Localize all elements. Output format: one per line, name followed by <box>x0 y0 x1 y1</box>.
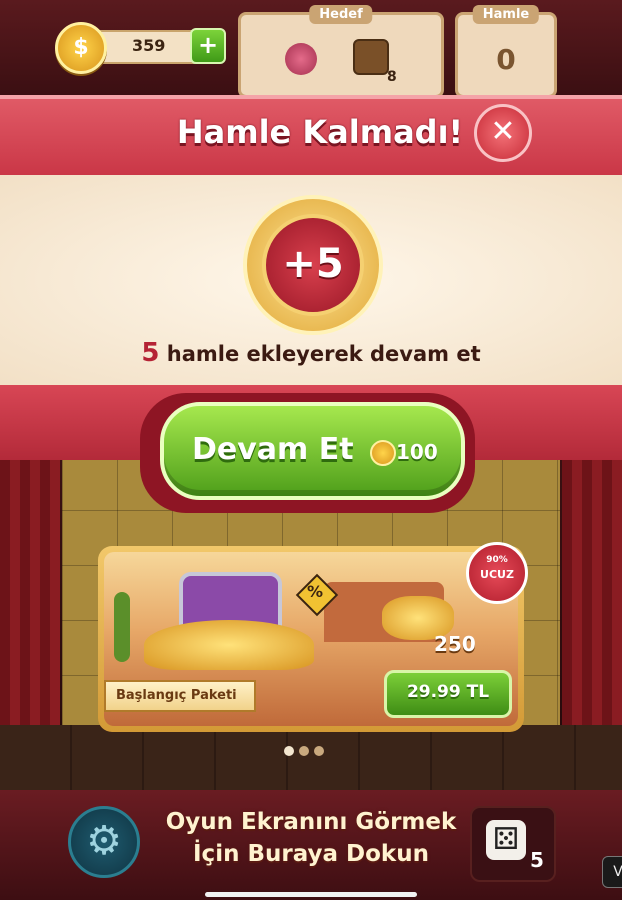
goal-panel: Hedef 8 <box>238 5 444 98</box>
curtain-left <box>0 455 60 725</box>
message-number: 5 <box>141 338 160 368</box>
goal-remaining: 8 <box>387 69 397 85</box>
coin-icon <box>370 440 396 466</box>
continue-label: Devam Et <box>192 432 354 467</box>
hint-line-2: İçin Buraya Dokun <box>193 841 429 867</box>
discount-badge: 90% UCUZ <box>466 542 528 604</box>
continue-price: 100 <box>396 440 438 464</box>
offer-illustration: % 250 Başlangıç Paketi 29.99 TL <box>104 552 518 726</box>
discount-word: UCUZ <box>480 568 514 581</box>
side-tab[interactable]: V <box>602 856 622 888</box>
offer-coin-amount: 250 <box>434 632 476 656</box>
price-label: 29.99 TL <box>406 682 490 702</box>
package-name: Başlangıç Paketi <box>116 688 237 703</box>
message-text: hamle ekleyerek devam et <box>166 342 481 366</box>
sign-symbol: % <box>307 582 324 601</box>
moves-panel: Hamle 0 <box>455 5 557 98</box>
package-name-ribbon: Başlangıç Paketi <box>104 680 256 712</box>
curtain-right <box>562 455 622 725</box>
discount-percent: 90% <box>486 555 508 565</box>
continue-button[interactable]: Devam Et 100 <box>160 402 465 500</box>
modal-message: 5 hamle ekleyerek devam et <box>0 338 622 368</box>
carousel-dots <box>284 741 344 756</box>
cactus-icon <box>114 592 130 662</box>
moves-label: Hamle <box>472 5 540 24</box>
close-button[interactable]: ✕ <box>474 104 532 162</box>
moves-value: 0 <box>496 43 516 76</box>
coin-count: 359 <box>132 36 166 55</box>
crate-goal-icon <box>353 39 389 75</box>
add-coins-button[interactable]: + <box>190 28 226 64</box>
buy-price-button[interactable]: 29.99 TL <box>384 670 512 718</box>
starter-pack-offer[interactable]: % 250 Başlangıç Paketi 29.99 TL <box>98 546 524 732</box>
carousel-dot[interactable] <box>284 746 294 756</box>
stage-floor <box>0 725 622 790</box>
flower-goal-icon <box>285 43 317 75</box>
view-board-hint[interactable]: Oyun Ekranını Görmek İçin Buraya Dokun <box>0 806 622 870</box>
carousel-dot[interactable] <box>299 746 309 756</box>
bonus-moves-badge: +5 <box>262 214 364 316</box>
gold-coins-pile <box>144 620 314 670</box>
coin-icon: $ <box>55 22 107 74</box>
goal-label: Hedef <box>309 5 373 24</box>
carousel-dot[interactable] <box>314 746 324 756</box>
home-indicator[interactable] <box>205 892 417 897</box>
hint-line-1: Oyun Ekranını Görmek <box>165 809 457 835</box>
